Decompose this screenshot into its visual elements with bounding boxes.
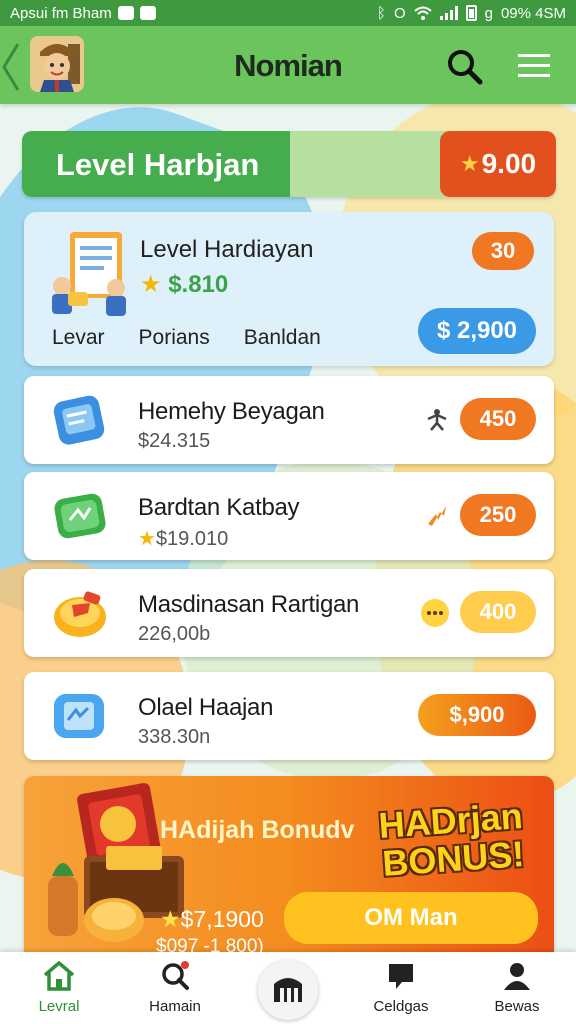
item-value: $24.315 xyxy=(138,430,211,452)
alarm-icon: O xyxy=(393,4,406,22)
search-icon[interactable] xyxy=(444,46,484,86)
item-title: Olael Haajan xyxy=(138,694,274,721)
item-value-text: $19.010 xyxy=(155,528,229,550)
item-value: 226,00b xyxy=(138,623,211,645)
profile-icon xyxy=(504,963,530,990)
nav-label: Hamain xyxy=(149,998,201,1015)
clipboard-people-icon xyxy=(52,232,126,316)
item-badge[interactable]: 250 xyxy=(460,494,536,536)
item-title: Hemehy Beyagan xyxy=(138,398,325,425)
star-icon: ★ xyxy=(459,151,480,176)
blue-document-icon xyxy=(54,694,104,738)
item-badge[interactable]: $,900 xyxy=(418,694,536,736)
level-info-card[interactable]: Level Hardiayan ★ $.810 Levar Porians Ba… xyxy=(24,212,554,366)
chat-icon xyxy=(389,964,413,989)
status-time: 09% 4SM xyxy=(500,4,566,22)
item-title: Bardtan Katbay xyxy=(138,494,300,521)
tab-porians[interactable]: Porians xyxy=(139,326,210,350)
level-count-badge: 30 xyxy=(472,232,534,270)
item-badge[interactable]: 450 xyxy=(460,398,536,440)
nav-label: Celdgas xyxy=(373,998,429,1015)
item-title: Masdinasan Rartigan xyxy=(138,591,360,618)
bonus-claim-button[interactable]: OM Man xyxy=(284,892,538,944)
battery-icon xyxy=(465,5,477,21)
tab-banldan[interactable]: Banldan xyxy=(244,326,321,350)
status-app-text: Apsui fm Bham xyxy=(10,4,112,22)
bonus-banner[interactable]: HAdijah Bonudv HADrjan BONUS! ★$7,1900 $… xyxy=(24,776,554,958)
level-card-amount: $.810 xyxy=(168,271,229,298)
message-icon xyxy=(139,6,156,20)
page-title: Nomian xyxy=(234,48,343,83)
level-score-badge: ★ 9.00 xyxy=(440,131,556,197)
home-icon xyxy=(43,961,75,991)
level-card-tabs: Levar Porians Banldan xyxy=(52,326,321,350)
level-banner-title: Level Harbjan xyxy=(56,147,260,182)
bonus-amount: ★$7,1900 xyxy=(160,906,264,933)
list-item[interactable]: Masdinasan Rartigan 226,00b 400 xyxy=(24,569,554,657)
nav-item-profile[interactable]: Bewas xyxy=(462,960,572,1020)
star-icon: ★ xyxy=(160,906,181,932)
figure-icon xyxy=(427,409,447,431)
item-value: 338.30n xyxy=(138,726,211,748)
status-glyph: g xyxy=(484,4,493,22)
app-bar: Nomian xyxy=(0,26,576,104)
item-value: ★$19.010 xyxy=(138,526,228,551)
star-icon: ★ xyxy=(138,528,156,550)
signal-icon xyxy=(439,6,458,20)
notification-icon xyxy=(117,6,134,20)
bonus-title: HAdijah Bonudv xyxy=(160,816,355,844)
list-item[interactable]: Olael Haajan 338.30n $,900 xyxy=(24,672,554,760)
list-item[interactable]: Bardtan Katbay ★$19.010 250 xyxy=(24,472,554,560)
level-banner[interactable]: Level Harbjan ★ 9.00 xyxy=(22,131,556,197)
wifi-icon xyxy=(413,6,432,20)
green-ticket-icon xyxy=(54,493,106,539)
blue-notepad-icon xyxy=(53,395,105,445)
tab-levar[interactable]: Levar xyxy=(52,326,105,350)
bluetooth-icon: ᛒ xyxy=(376,4,386,22)
dots-icon xyxy=(421,599,449,627)
level-card-title: Level Hardiayan xyxy=(140,236,314,263)
nav-label: Levral xyxy=(38,998,80,1015)
star-icon: ★ xyxy=(140,271,162,298)
nav-item-search[interactable]: Hamain xyxy=(120,960,230,1020)
level-card-subtitle: ★ $.810 xyxy=(140,270,228,299)
nav-label: Bewas xyxy=(494,998,540,1015)
level-score-value: 9.00 xyxy=(481,148,537,179)
orange-arrow-icon xyxy=(428,506,446,526)
yellow-coin-purse-icon xyxy=(54,591,106,637)
bonus-headline-line2: BONUS! xyxy=(381,833,526,884)
bonus-amount-text: $7,1900 xyxy=(180,906,264,932)
hamburger-menu-icon[interactable] xyxy=(516,50,552,82)
list-item[interactable]: Hemehy Beyagan $24.315 450 xyxy=(24,376,554,464)
bonus-headline: HADrjan BONUS! xyxy=(362,795,543,884)
level-claim-button[interactable]: $ 2,900 xyxy=(418,308,536,354)
status-bar: Apsui fm Bham ᛒ O g 09% 4SM xyxy=(0,0,576,26)
grid-icon xyxy=(274,978,302,1002)
item-badge[interactable]: 400 xyxy=(460,591,536,633)
nav-item-chat[interactable]: Celdgas xyxy=(346,960,456,1020)
nav-center-button[interactable] xyxy=(258,960,318,1020)
nav-item-home[interactable]: Levral xyxy=(4,960,114,1020)
search-icon xyxy=(162,961,189,990)
